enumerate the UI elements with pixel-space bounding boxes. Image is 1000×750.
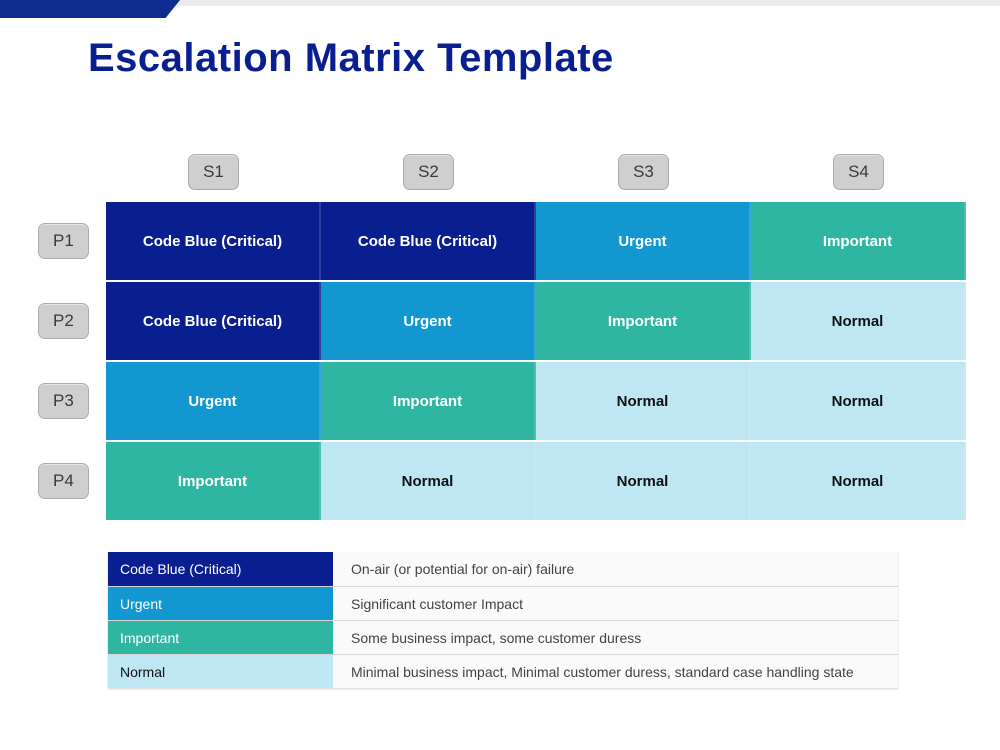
legend-row: UrgentSignificant customer Impact: [108, 586, 898, 620]
page-title: Escalation Matrix Template: [88, 36, 614, 81]
matrix-cell: Normal: [751, 442, 966, 520]
matrix-row: P3UrgentImportantNormalNormal: [38, 362, 968, 440]
corner-accent: [0, 0, 180, 18]
legend-key: Code Blue (Critical): [108, 552, 333, 586]
legend-desc: Minimal business impact, Minimal custome…: [333, 655, 898, 688]
legend-key: Normal: [108, 655, 333, 688]
legend-key: Important: [108, 621, 333, 654]
severity-header-row: S1 S2 S3 S4: [106, 154, 968, 190]
legend-desc: On-air (or potential for on-air) failure: [333, 552, 898, 586]
priority-header-p2: P2: [38, 303, 89, 339]
matrix-cell: Code Blue (Critical): [106, 282, 321, 360]
matrix-cell: Urgent: [321, 282, 536, 360]
matrix-cell: Urgent: [536, 202, 751, 280]
matrix-cell: Important: [321, 362, 536, 440]
matrix-cell: Normal: [751, 282, 966, 360]
escalation-matrix: S1 S2 S3 S4 P1 Code Blue (Critical)Code Blue…: [38, 154, 968, 522]
legend-row: NormalMinimal business impact, Minimal c…: [108, 654, 898, 688]
legend-row: Code Blue (Critical)On-air (or potential…: [108, 552, 898, 586]
priority-header-p3: P3: [38, 383, 89, 419]
matrix-cell: Normal: [536, 362, 751, 440]
matrix-row: P1 Code Blue (Critical)Code Blue (Critica…: [38, 202, 968, 280]
matrix-cell: Normal: [321, 442, 536, 520]
priority-header-p4: P4: [38, 463, 89, 499]
matrix-cell: Normal: [751, 362, 966, 440]
matrix-row: P4ImportantNormalNormalNormal: [38, 442, 968, 520]
severity-header-s4: S4: [833, 154, 884, 190]
matrix-cell: Important: [536, 282, 751, 360]
matrix-body: P1 Code Blue (Critical)Code Blue (Critica…: [38, 202, 968, 520]
matrix-cell: Code Blue (Critical): [106, 202, 321, 280]
legend-row: ImportantSome business impact, some cust…: [108, 620, 898, 654]
matrix-cell: Urgent: [106, 362, 321, 440]
severity-header-s3: S3: [618, 154, 669, 190]
severity-header-s1: S1: [188, 154, 239, 190]
matrix-cell: Important: [751, 202, 966, 280]
legend-desc: Some business impact, some customer dure…: [333, 621, 898, 654]
legend-desc: Significant customer Impact: [333, 587, 898, 620]
legend-table: Code Blue (Critical)On-air (or potential…: [108, 552, 898, 688]
matrix-row: P2 Code Blue (Critical)UrgentImportantNor…: [38, 282, 968, 360]
matrix-cell: Normal: [536, 442, 751, 520]
severity-header-s2: S2: [403, 154, 454, 190]
matrix-cell: Code Blue (Critical): [321, 202, 536, 280]
matrix-cell: Important: [106, 442, 321, 520]
legend-key: Urgent: [108, 587, 333, 620]
priority-header-p1: P1: [38, 223, 89, 259]
